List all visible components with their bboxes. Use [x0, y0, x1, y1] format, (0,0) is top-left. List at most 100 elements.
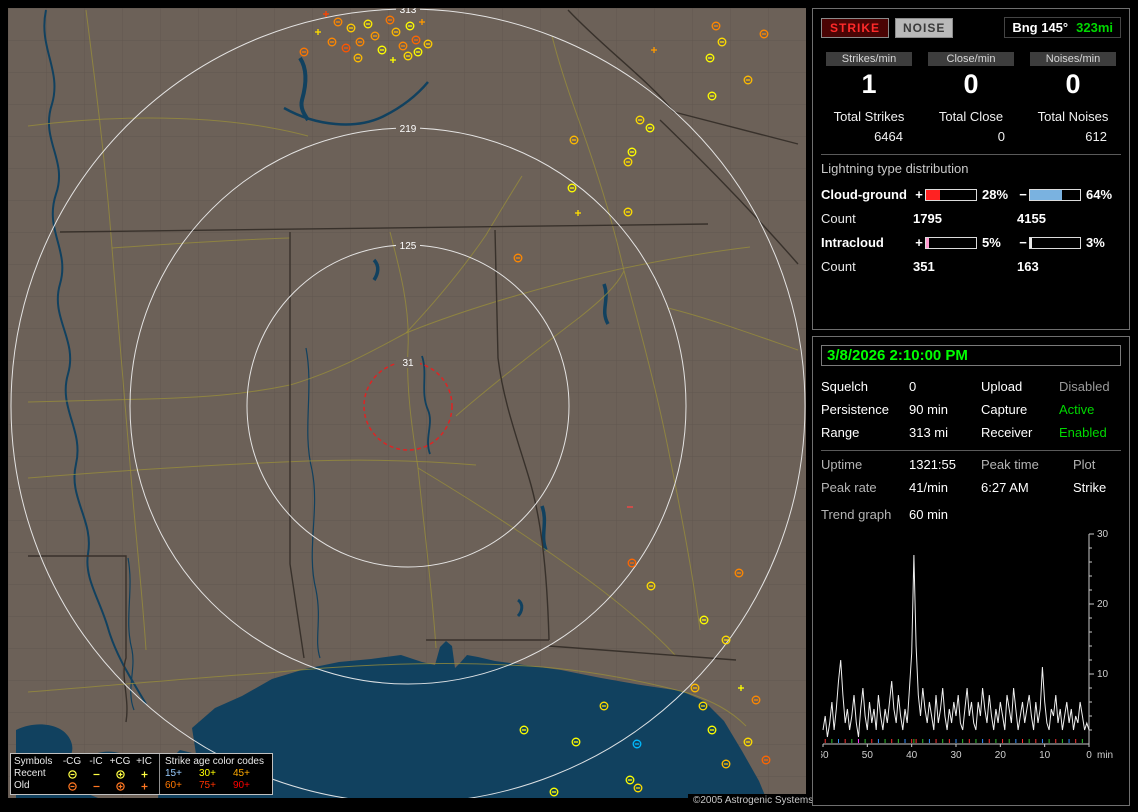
- strike-button[interactable]: STRIKE: [821, 17, 890, 38]
- stats-panel: STRIKE NOISE Bng 145° 323mi Strikes/min …: [812, 8, 1130, 330]
- peak-time-value: 6:27 AM: [981, 480, 1029, 495]
- minus-sign: −: [1019, 187, 1027, 202]
- cg-count-label: Count: [821, 211, 856, 226]
- ic-plus-count: 351: [913, 259, 935, 274]
- x-tick-label: 50: [862, 750, 874, 761]
- bearing-value: Bng 145°: [1012, 20, 1069, 35]
- legend-row-old: Old: [14, 780, 30, 791]
- age-90: 90+: [233, 780, 250, 791]
- cloud-ground-label: Cloud-ground: [821, 187, 907, 202]
- total-noises-value: 612: [1085, 129, 1107, 144]
- y-tick-label: 10: [1097, 669, 1109, 680]
- range-setting-value: 313 mi: [909, 425, 949, 440]
- age-75: 75+: [199, 780, 216, 791]
- trend-line: [822, 554, 1090, 738]
- trend-graph-header: Trend graph 60 min: [821, 507, 1121, 522]
- recent-neg-ic-icon: [84, 769, 108, 780]
- peak-time-label: Peak time: [981, 457, 1039, 472]
- cloud-ground-row: Cloud-ground + 28% − 64%: [821, 182, 1121, 207]
- ring-distance-label: 313: [400, 8, 417, 16]
- x-tick-label: 30: [950, 750, 962, 761]
- legend-symbols-title: Symbols: [14, 756, 53, 767]
- capture-value: Active: [1059, 402, 1095, 417]
- squelch-label: Squelch: [821, 379, 868, 394]
- total-close-value: 0: [997, 129, 1005, 144]
- legend-col-pos-ic: +IC: [136, 756, 152, 767]
- plus-sign: +: [915, 187, 923, 202]
- x-unit-label: min: [1097, 750, 1113, 761]
- distribution-title: Lightning type distribution: [821, 161, 969, 176]
- x-tick-label: 0: [1086, 750, 1092, 761]
- total-strikes-value: 6464: [874, 129, 903, 144]
- cg-minus-pct: 64%: [1086, 187, 1113, 202]
- ring-distance-label: 31: [402, 358, 414, 369]
- rate-meters: Strikes/min Close/min Noises/min 1 0 0 T…: [821, 52, 1121, 144]
- receiver-value: Enabled: [1059, 425, 1107, 440]
- strikes-per-min-value: 1: [861, 69, 877, 99]
- uptime-value: 1321:55: [909, 457, 956, 472]
- total-strikes-label: Total Strikes: [833, 109, 905, 124]
- intracloud-count-row: Count 351 163: [821, 255, 1121, 278]
- range-value: 323mi: [1076, 20, 1113, 35]
- legend-col-pos-cg: +CG: [109, 756, 131, 767]
- cg-plus-count: 1795: [913, 211, 942, 226]
- peak-rate-value: 41/min: [909, 480, 949, 495]
- y-tick-label: 30: [1097, 530, 1109, 540]
- trend-graph-label: Trend graph: [821, 507, 892, 522]
- plot-value: Strike: [1073, 480, 1107, 495]
- plus-sign: +: [915, 235, 923, 250]
- capture-label: Capture: [981, 402, 1028, 417]
- cg-plus-bar: [925, 188, 977, 201]
- legend-symbols: Symbols -CG -IC +CG +IC Recent Old: [11, 754, 159, 794]
- total-close-label: Total Close: [938, 109, 1004, 124]
- legend-row-recent: Recent: [14, 768, 46, 779]
- noises-per-min-value: 0: [1065, 69, 1081, 99]
- status-grid: Squelch 0 Upload Disabled Persistence 90…: [821, 379, 1121, 440]
- uptime-label: Uptime: [821, 457, 863, 472]
- plot-label: Plot: [1073, 457, 1096, 472]
- strike-map[interactable]: 313 219 125 31 Symbols -CG -IC +CG +IC Rece…: [8, 8, 806, 798]
- recent-pos-cg-icon: [108, 769, 132, 780]
- bearing-range-display: Bng 145° 323mi: [1004, 17, 1121, 38]
- lightning-detector-app: 313 219 125 31 Symbols -CG -IC +CG +IC Rece…: [0, 0, 1138, 812]
- upload-label: Upload: [981, 379, 1023, 394]
- intracloud-row: Intracloud + 5% − 3%: [821, 230, 1121, 255]
- total-noises-label: Total Noises: [1037, 109, 1109, 124]
- age-codes-title: Strike age color codes: [165, 756, 264, 767]
- peak-rate-label: Peak rate: [821, 480, 877, 495]
- old-pos-cg-icon: [108, 781, 132, 792]
- close-per-min-value: 0: [963, 69, 979, 99]
- y-tick-label: 20: [1097, 599, 1109, 610]
- status-panel: 3/8/2026 2:10:00 PM Squelch 0 Upload Dis…: [812, 336, 1130, 806]
- legend-age-codes: Strike age color codes 15+ 30+ 45+ 60+ 7…: [159, 754, 272, 794]
- age-60: 60+: [165, 780, 182, 791]
- trend-graph: 10 20 30 60 50 40 30 20 10 0 min: [821, 530, 1113, 761]
- x-tick-label: 20: [995, 750, 1007, 761]
- x-tick-label: 60: [821, 750, 829, 761]
- trend-window-value: 60 min: [909, 507, 949, 522]
- legend-col-neg-cg: -CG: [62, 756, 82, 767]
- old-pos-ic-icon: [132, 781, 156, 792]
- old-neg-ic-icon: [84, 781, 108, 792]
- current-timestamp: 3/8/2026 2:10:00 PM: [821, 345, 1121, 366]
- ic-plus-pct: 5%: [982, 235, 1001, 250]
- cg-minus-bar: [1029, 188, 1081, 201]
- ring-distance-label: 125: [400, 241, 417, 252]
- ring-distance-label: 219: [400, 124, 417, 135]
- noise-button[interactable]: NOISE: [895, 17, 954, 38]
- squelch-value: 0: [909, 379, 917, 394]
- noises-per-min-label: Noises/min: [1030, 52, 1116, 66]
- age-30: 30+: [199, 768, 216, 779]
- persistence-value: 90 min: [909, 402, 949, 417]
- old-neg-cg-icon: [60, 781, 84, 792]
- age-15: 15+: [165, 768, 182, 779]
- map-legend: Symbols -CG -IC +CG +IC Recent Old Strik…: [10, 753, 273, 795]
- cloud-ground-count-row: Count 1795 4155: [821, 207, 1121, 230]
- divider: [821, 450, 1121, 451]
- intracloud-label: Intracloud: [821, 235, 884, 250]
- recent-pos-ic-icon: [132, 769, 156, 780]
- ic-minus-pct: 3%: [1086, 235, 1105, 250]
- range-label: Range: [821, 425, 860, 440]
- legend-col-neg-ic: -IC: [89, 756, 103, 767]
- ic-count-label: Count: [821, 259, 856, 274]
